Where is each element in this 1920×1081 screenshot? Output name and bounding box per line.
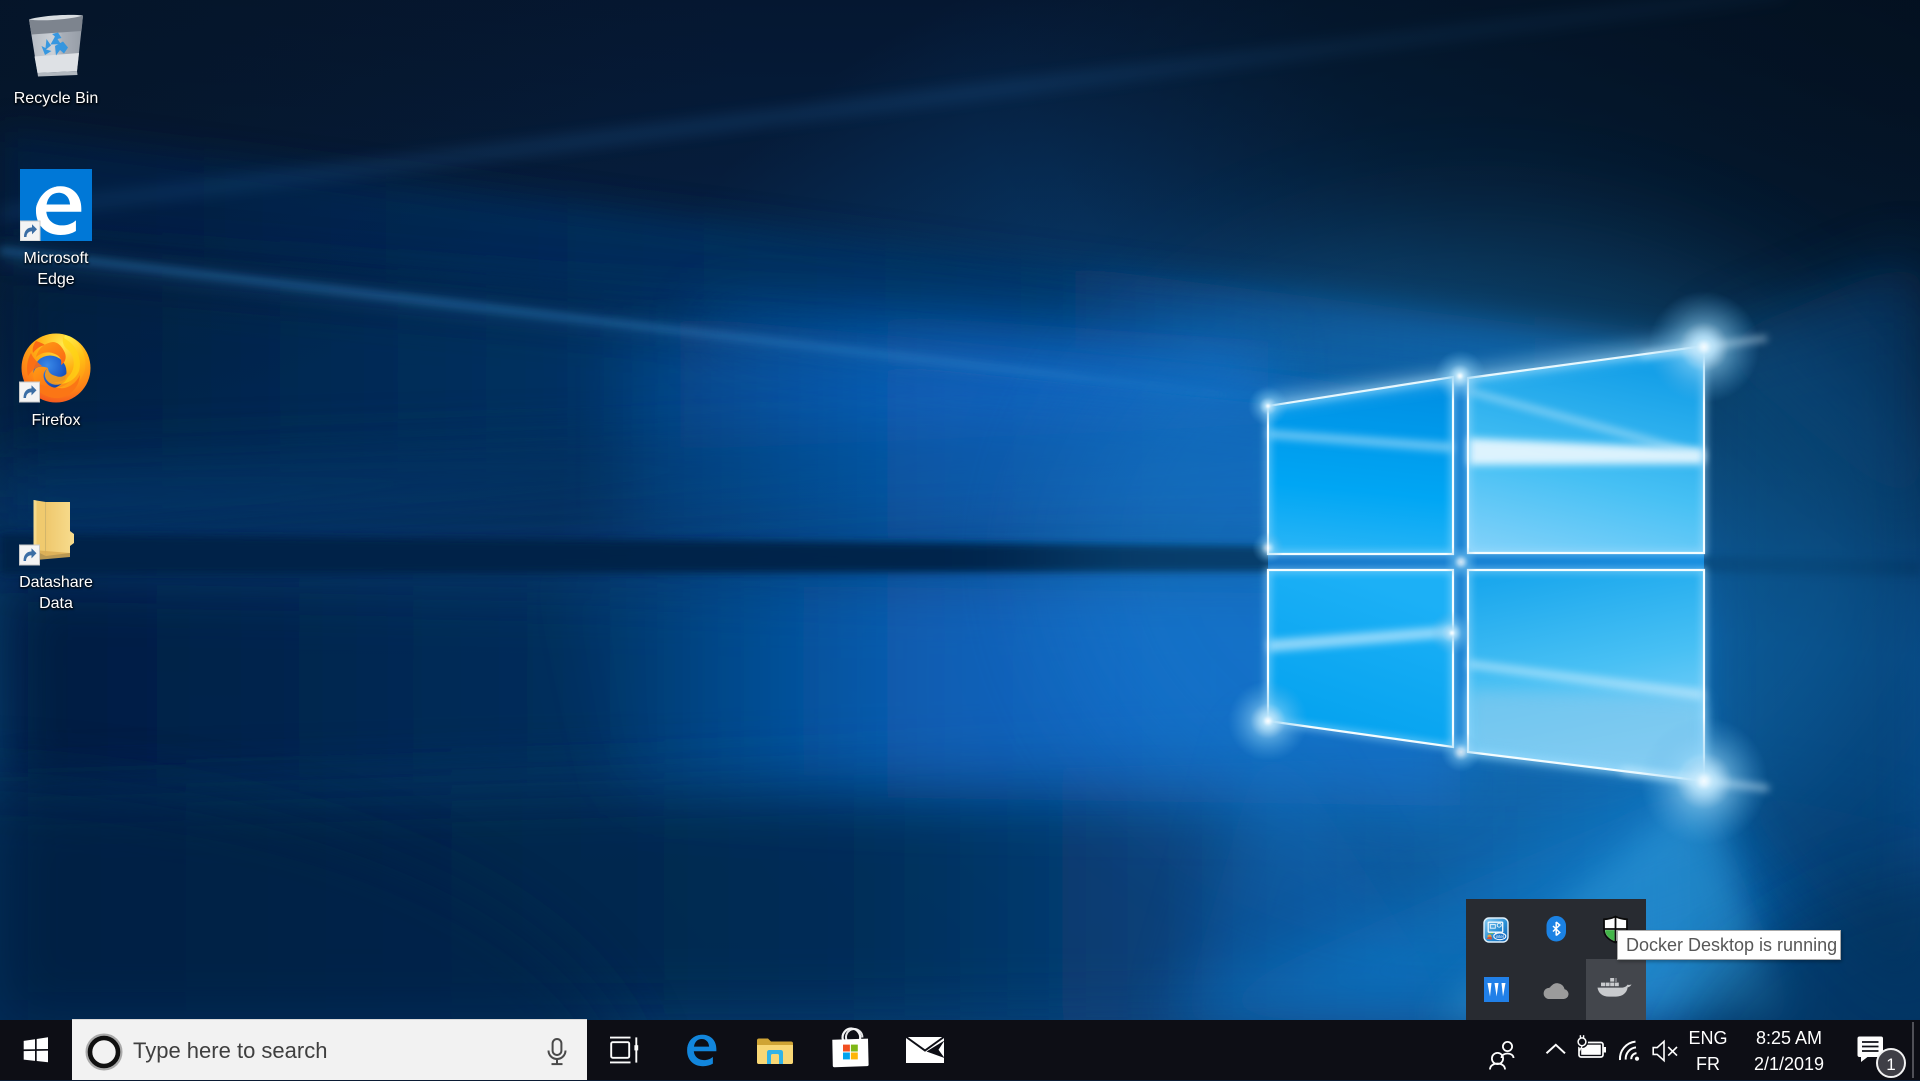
svg-text:1: 1 [1886,1055,1895,1074]
svg-text:intel: intel [1496,934,1504,939]
